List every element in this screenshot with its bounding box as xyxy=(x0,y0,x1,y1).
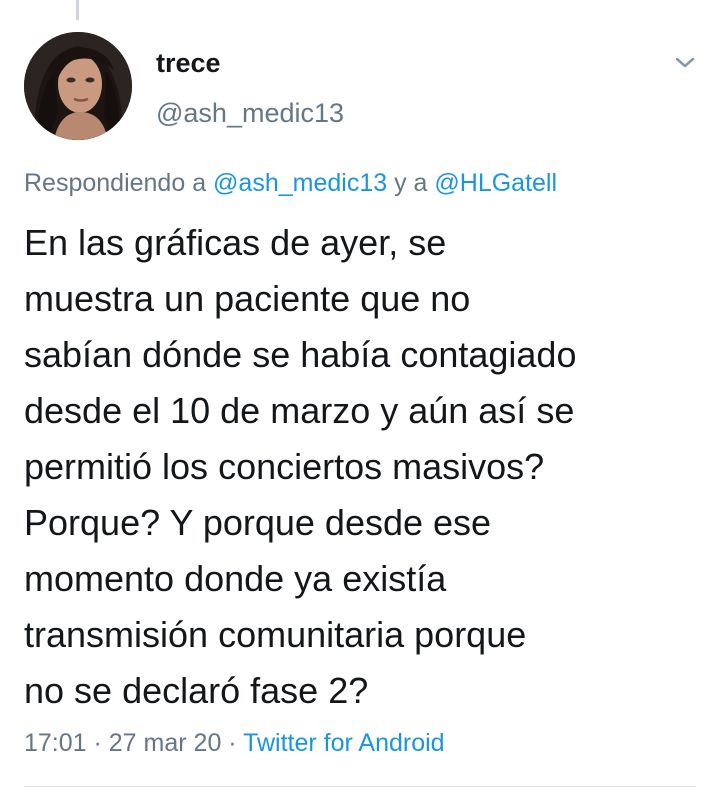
mention-link-ash-medic13[interactable]: @ash_medic13 xyxy=(213,169,387,197)
avatar[interactable] xyxy=(24,32,132,140)
mention-link-hlgatell[interactable]: @HLGatell xyxy=(434,169,557,197)
chevron-down-icon[interactable] xyxy=(670,50,700,74)
reply-joiner: y a xyxy=(387,169,435,197)
divider xyxy=(24,786,696,787)
tweet-time: 17:01 xyxy=(24,729,87,757)
tweet-text: En las gráficas de ayer, se muestra un p… xyxy=(24,222,577,711)
tweet-metadata: 17:01 · 27 mar 20 · Twitter for Android xyxy=(24,727,445,759)
display-name[interactable]: trece xyxy=(156,46,221,80)
user-handle[interactable]: @ash_medic13 xyxy=(156,96,344,130)
meta-separator: · xyxy=(86,729,109,757)
tweet-date: 27 mar 20 xyxy=(108,729,222,757)
reply-prefix: Respondiendo a xyxy=(24,169,214,197)
thread-connector-line xyxy=(76,0,79,20)
profile-photo xyxy=(24,32,132,140)
replying-to-line: Respondiendo a @ash_medic13 y a @HLGatel… xyxy=(24,167,557,199)
meta-separator: · xyxy=(221,729,244,757)
tweet-source-link[interactable]: Twitter for Android xyxy=(243,729,444,757)
